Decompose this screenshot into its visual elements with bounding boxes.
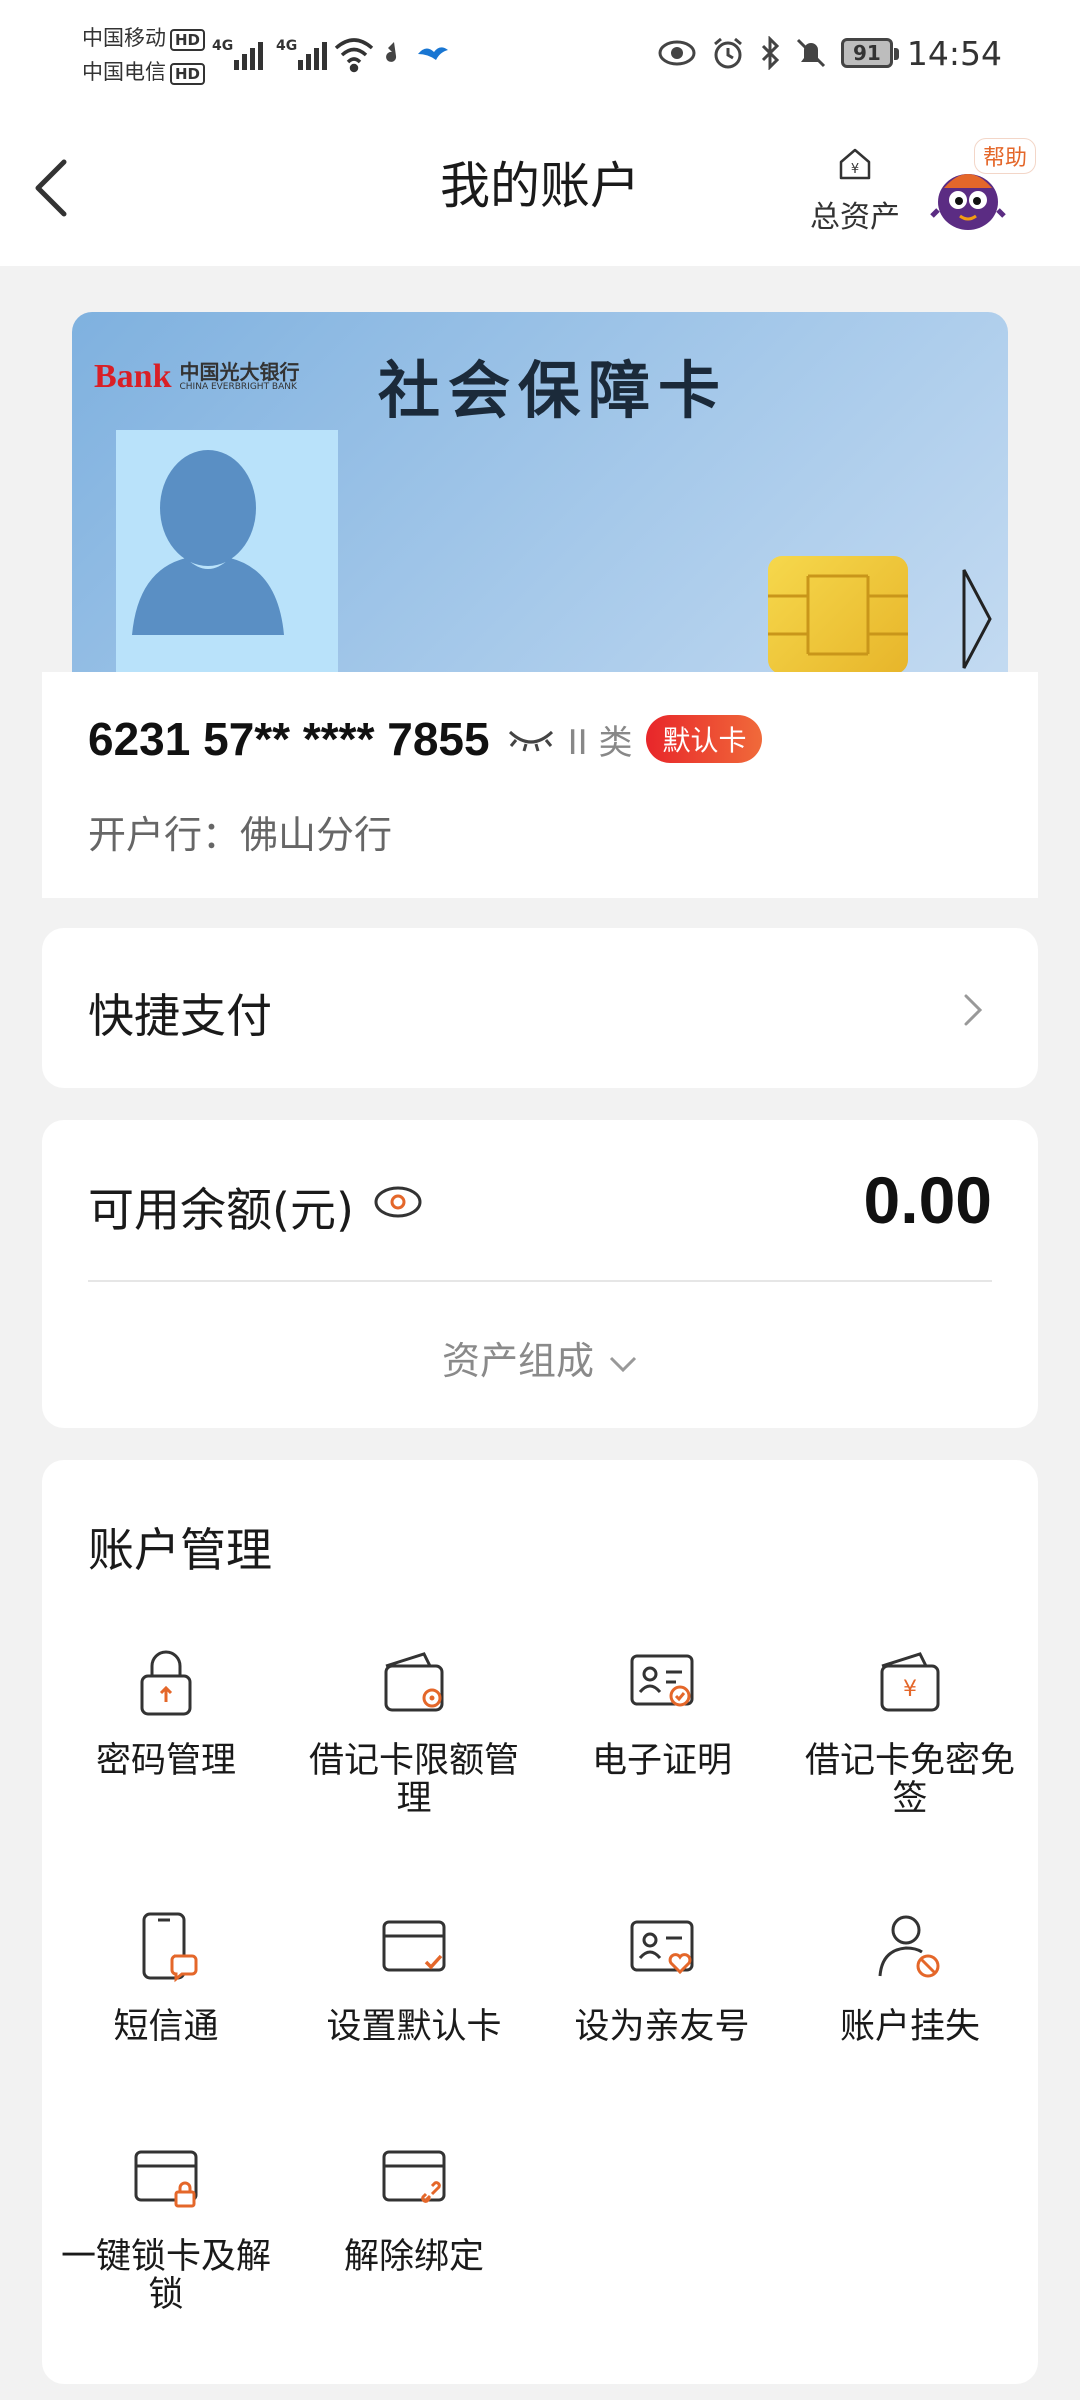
signal-icons: 4G 4G bbox=[212, 38, 448, 73]
card-title: 社会保障卡 bbox=[378, 354, 729, 427]
set-default-card-item[interactable]: 设置默认卡 bbox=[290, 1906, 538, 2046]
balance-panel: 可用余额(元) 0.00 资产组成 bbox=[42, 1120, 1038, 1428]
chevron-right-icon bbox=[964, 994, 983, 1026]
sms-service-item[interactable]: 短信通 bbox=[42, 1906, 290, 2046]
card-unlink-icon bbox=[382, 2150, 446, 2204]
debit-limit-item[interactable]: 借记卡限额管理 bbox=[290, 1640, 538, 1818]
report-loss-item[interactable]: 账户挂失 bbox=[786, 1906, 1034, 2046]
bird-notification-icon bbox=[418, 47, 448, 60]
balance-label: 可用余额(元) bbox=[88, 1183, 354, 1237]
debit-limit-label: 借记卡限额管理 bbox=[308, 1741, 519, 1819]
page-title: 我的账户 bbox=[440, 157, 640, 215]
alarm-icon bbox=[713, 37, 742, 69]
account-info-panel: 6231 57** **** 7855 II 类 默认卡 开户行：佛山分行 bbox=[42, 672, 1038, 898]
eye-closed-icon[interactable] bbox=[506, 724, 556, 754]
bank-logo: Bank 中国光大银行 CHINA EVERBRIGHT BANK bbox=[94, 358, 300, 396]
help-button[interactable]: 帮助 bbox=[930, 132, 1040, 242]
unbind-label: 解除绑定 bbox=[343, 2237, 484, 2277]
nav-bar: 我的账户 ¥ 总资产 帮助 bbox=[0, 110, 1080, 266]
card-next-icon[interactable] bbox=[960, 564, 994, 672]
app-notification-icon bbox=[386, 42, 397, 62]
signal-icon-2 bbox=[298, 42, 327, 70]
e-certificate-label: 电子证明 bbox=[591, 1741, 732, 1781]
network-type-1: 4G bbox=[212, 38, 233, 54]
person-silhouette-icon bbox=[132, 450, 284, 635]
no-pin-payment-label: 借记卡免密免签 bbox=[804, 1741, 1015, 1819]
e-certificate-item[interactable]: 电子证明 bbox=[538, 1640, 786, 1780]
card-photo bbox=[116, 430, 338, 672]
bank-logo-en: CHINA EVERBRIGHT BANK bbox=[179, 382, 297, 392]
set-friend-account-label: 设为亲友号 bbox=[574, 2007, 750, 2047]
sms-service-label: 短信通 bbox=[113, 2007, 219, 2047]
battery-indicator: 91 bbox=[840, 38, 899, 68]
card-lock-item[interactable]: 一键锁卡及解锁 bbox=[42, 2136, 290, 2314]
card-lock-label: 一键锁卡及解锁 bbox=[60, 2237, 271, 2315]
network-type-2: 4G bbox=[276, 38, 297, 54]
asset-composition-toggle[interactable]: 资产组成 bbox=[42, 1330, 1038, 1385]
id-card-heart-icon bbox=[630, 1920, 694, 1975]
lock-icon bbox=[140, 1650, 192, 1716]
signal-icon-1 bbox=[234, 42, 263, 70]
hd-badge-2: HD bbox=[170, 63, 206, 85]
id-card-check-icon bbox=[630, 1654, 694, 1707]
account-number: 6231 57** **** 7855 bbox=[88, 713, 490, 765]
account-management-heading: 账户管理 bbox=[88, 1523, 272, 1577]
house-yen-icon: ¥ bbox=[839, 148, 871, 180]
carrier-1-name: 中国移动 bbox=[82, 26, 166, 50]
eye-icon[interactable] bbox=[372, 1176, 424, 1228]
unbind-item[interactable]: 解除绑定 bbox=[290, 2136, 538, 2276]
balance-divider bbox=[88, 1280, 992, 1282]
default-card-badge: 默认卡 bbox=[646, 715, 763, 763]
hd-badge-1: HD bbox=[170, 29, 206, 51]
mute-bell-icon bbox=[796, 38, 825, 68]
status-right-group: 91 14:54 bbox=[657, 30, 1002, 76]
password-management-label: 密码管理 bbox=[95, 1741, 236, 1781]
bank-logo-cn: 中国光大银行 bbox=[179, 360, 300, 384]
set-default-card-label: 设置默认卡 bbox=[326, 2007, 502, 2047]
total-assets-label: 总资产 bbox=[810, 200, 900, 235]
carrier-2-name: 中国电信 bbox=[82, 60, 166, 84]
svg-text:¥: ¥ bbox=[851, 162, 859, 177]
branch-text: 开户行：佛山分行 bbox=[88, 813, 393, 857]
account-class: II 类 bbox=[567, 722, 633, 763]
total-assets-button[interactable]: ¥ 总资产 bbox=[800, 144, 910, 240]
social-security-card[interactable]: Bank 中国光大银行 CHINA EVERBRIGHT BANK 社会保障卡 bbox=[72, 312, 1008, 672]
carrier-1: 中国移动 HD bbox=[82, 22, 206, 52]
status-bar: 中国移动 HD 中国电信 HD 4G 4G 91 14:54 bbox=[0, 0, 1080, 110]
asset-composition-label: 资产组成 bbox=[441, 1339, 594, 1383]
bluetooth-icon bbox=[761, 36, 780, 70]
balance-amount: 0.00 bbox=[863, 1163, 992, 1237]
quick-pay-row[interactable]: 快捷支付 bbox=[42, 928, 1038, 1088]
eye-comfort-icon bbox=[658, 40, 696, 66]
phone-message-icon bbox=[142, 1912, 198, 1983]
help-label: 帮助 bbox=[974, 138, 1037, 174]
report-loss-label: 账户挂失 bbox=[839, 2007, 980, 2047]
carrier-2: 中国电信 HD bbox=[82, 56, 206, 86]
svg-text:¥: ¥ bbox=[903, 1677, 917, 1702]
status-clock: 14:54 bbox=[906, 33, 1002, 73]
password-management-item[interactable]: 密码管理 bbox=[42, 1640, 290, 1780]
account-management-panel: 账户管理 密码管理 借记卡限额管理 电子证明 ¥ 借记卡免密免签 短信通 设置默… bbox=[42, 1460, 1038, 2384]
set-friend-account-item[interactable]: 设为亲友号 bbox=[538, 1906, 786, 2046]
card-chip bbox=[768, 556, 908, 672]
user-block-icon bbox=[878, 1915, 940, 1978]
chevron-down-icon bbox=[609, 1356, 637, 1372]
account-number-row: 6231 57** **** 7855 II 类 默认卡 bbox=[88, 712, 763, 766]
no-pin-payment-item[interactable]: ¥ 借记卡免密免签 bbox=[786, 1640, 1034, 1818]
bank-card-carousel[interactable]: Bank 中国光大银行 CHINA EVERBRIGHT BANK 社会保障卡 bbox=[72, 312, 1008, 672]
wallet-limit-icon bbox=[384, 1652, 444, 1712]
card-lock-icon bbox=[134, 2150, 198, 2208]
wallet-yen-icon: ¥ bbox=[880, 1652, 940, 1712]
wifi-icon bbox=[334, 38, 374, 73]
quick-pay-label: 快捷支付 bbox=[88, 989, 272, 1043]
bank-logo-mark: Bank bbox=[94, 358, 172, 395]
card-check-icon bbox=[382, 1920, 446, 1972]
